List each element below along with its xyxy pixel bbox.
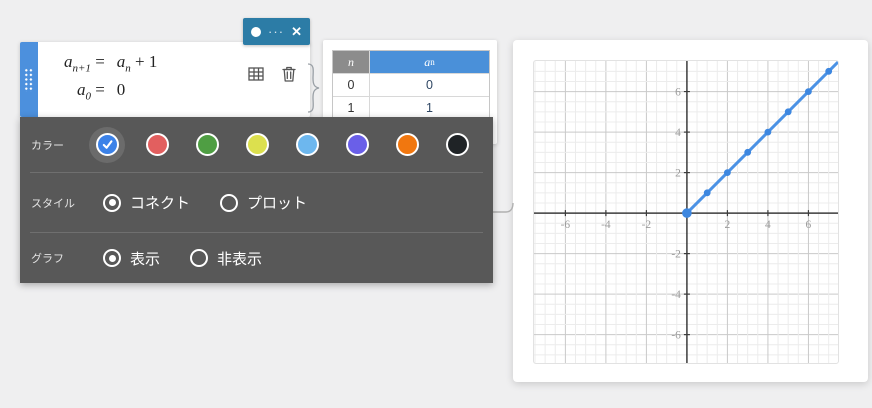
table-cell[interactable]: 1 (333, 97, 369, 119)
svg-text:-2: -2 (642, 219, 652, 231)
radio-icon (103, 193, 121, 212)
svg-text:-6: -6 (561, 219, 571, 231)
drag-handle[interactable] (20, 42, 38, 117)
graph-card: -6 -4 -2 2 4 6 -6 -4 -2 2 4 6 (513, 40, 868, 382)
formula-line2-lhs: a0 = (76, 80, 105, 103)
svg-text:2: 2 (725, 219, 731, 231)
radio-icon (220, 193, 239, 212)
expression-card: an+1 = an + 1 a0 = 0 (20, 42, 310, 117)
table-cell[interactable]: 0 (369, 74, 489, 96)
graph-option-0[interactable]: 表示 (103, 248, 160, 269)
color-swatch-purple[interactable] (339, 127, 375, 163)
table-icon[interactable] (247, 65, 265, 83)
color-row-label: カラー (31, 139, 64, 152)
graph-row-label: グラフ (31, 253, 64, 265)
radio-icon (103, 249, 121, 267)
svg-text:4: 4 (675, 127, 681, 139)
option-label: 表示 (130, 250, 161, 268)
table-row: 00 (333, 73, 489, 96)
color-swatches (89, 126, 475, 163)
color-swatch-black[interactable] (439, 127, 475, 163)
option-label: プロット (247, 195, 308, 212)
table-header-an: an (369, 51, 489, 73)
bullet-icon[interactable] (251, 26, 261, 37)
style-options: コネクト プロット (103, 192, 307, 213)
radio-icon (190, 249, 209, 267)
drag-dots-icon (24, 67, 34, 92)
table-header-n: n (333, 51, 369, 73)
table-cell[interactable]: 0 (333, 74, 369, 96)
table-cell[interactable]: 1 (369, 97, 489, 119)
svg-text:-2: -2 (671, 249, 681, 261)
graph-plot-area[interactable]: -6 -4 -2 2 4 6 -6 -4 -2 2 4 6 (533, 60, 839, 364)
color-swatch-orange[interactable] (389, 127, 425, 163)
settings-panel: カラー スタイル コネクト プロット グラフ 表示 非表示 (20, 117, 493, 283)
svg-text:-6: -6 (671, 330, 681, 342)
graph-svg: -6 -4 -2 2 4 6 -6 -4 -2 2 4 6 (534, 61, 838, 363)
more-options-button[interactable]: ··· (268, 25, 284, 38)
svg-text:2: 2 (675, 168, 681, 180)
color-swatch-red[interactable] (139, 127, 175, 163)
graph-option-1[interactable]: 非表示 (190, 248, 262, 269)
option-label: コネクト (130, 195, 191, 212)
style-option-0[interactable]: コネクト (103, 192, 190, 213)
color-swatch-green[interactable] (189, 127, 225, 163)
close-button[interactable]: ✕ (291, 24, 302, 40)
expression-toolbar: ··· ✕ (243, 18, 310, 45)
formula-line1-lhs: an+1 = (64, 52, 105, 75)
formula-line1-rhs: an + 1 (116, 52, 158, 75)
color-swatch-blue[interactable] (89, 126, 125, 163)
style-option-1[interactable]: プロット (220, 192, 307, 213)
graph-options: 表示 非表示 (103, 248, 262, 269)
svg-text:-4: -4 (671, 289, 681, 301)
table-row: 11 (333, 96, 489, 119)
formula-line2-rhs: 0 (116, 80, 126, 100)
option-label: 非表示 (217, 250, 263, 268)
svg-text:4: 4 (765, 219, 771, 231)
color-swatch-light-blue[interactable] (289, 127, 325, 163)
svg-text:6: 6 (806, 219, 812, 231)
svg-text:6: 6 (675, 87, 681, 99)
recurrence-formula[interactable]: an+1 = an + 1 a0 = 0 (64, 51, 157, 104)
trash-icon[interactable] (281, 65, 297, 83)
check-icon (102, 140, 112, 149)
style-row-label: スタイル (31, 197, 75, 210)
color-swatch-yellow[interactable] (239, 127, 275, 163)
svg-text:-4: -4 (601, 219, 611, 231)
app-canvas: -6-4-2246-6-4-2246 nan001122 an+1 = an +… (0, 0, 872, 408)
